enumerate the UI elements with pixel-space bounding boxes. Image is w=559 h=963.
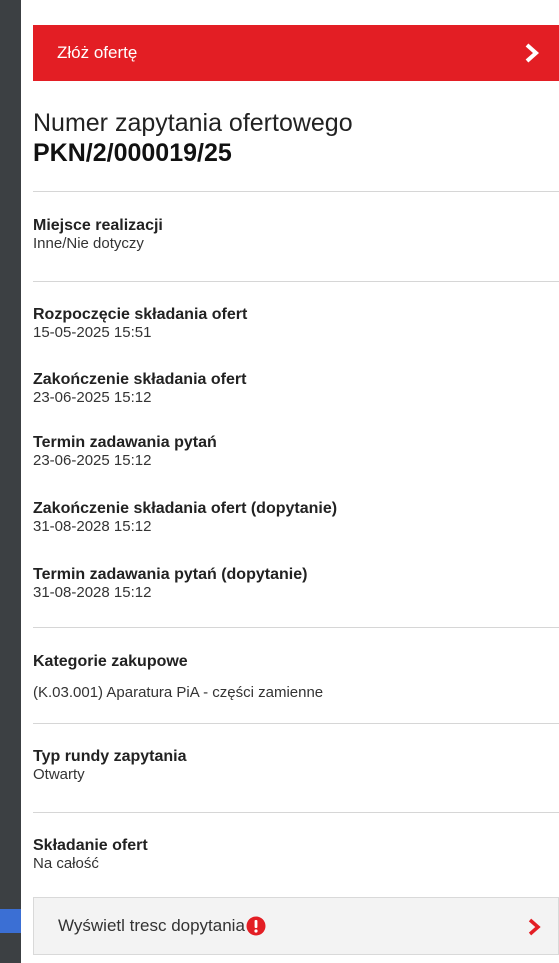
field-value: 15-05-2025 15:51 — [33, 324, 152, 341]
submit-offer-label: Złóż ofertę — [57, 43, 138, 62]
request-number: PKN/2/000019/25 — [33, 139, 232, 167]
field-value: Na całość — [33, 855, 99, 872]
field-label: Kategorie zakupowe — [33, 653, 188, 670]
field-label: Składanie ofert — [33, 837, 148, 854]
field-value: 31-08-2028 15:12 — [33, 518, 152, 535]
request-header: Numer zapytania ofertowego PKN/2/000019/… — [33, 108, 553, 168]
field-label: Zakończenie składania ofert — [33, 371, 247, 388]
field-value: 23-06-2025 15:12 — [33, 389, 152, 406]
field-value: Inne/Nie dotyczy — [33, 235, 144, 252]
field-label: Miejsce realizacji — [33, 217, 163, 234]
chevron-right-icon — [528, 918, 541, 936]
chevron-right-icon — [525, 43, 540, 63]
field-value: 23-06-2025 15:12 — [33, 452, 152, 469]
field-round-type: Typ rundy zapytania Otwarty — [33, 747, 553, 784]
field-value: Otwarty — [33, 766, 85, 783]
field-label: Termin zadawania pytań — [33, 434, 217, 451]
field-questions-deadline-followup: Termin zadawania pytań (dopytanie) 31-08… — [33, 565, 553, 602]
exclamation-icon — [246, 916, 266, 936]
field-location: Miejsce realizacji Inne/Nie dotyczy — [33, 216, 553, 253]
divider — [33, 191, 559, 192]
field-label: Termin zadawania pytań (dopytanie) — [33, 566, 308, 583]
field-label: Typ rundy zapytania — [33, 748, 187, 765]
field-offers-end: Zakończenie składania ofert 23-06-2025 1… — [33, 370, 553, 407]
divider — [33, 627, 559, 628]
field-value: 31-08-2028 15:12 — [33, 584, 152, 601]
divider — [33, 281, 559, 282]
field-offers-start: Rozpoczęcie składania ofert 15-05-2025 1… — [33, 305, 553, 342]
field-purchase-categories: Kategorie zakupowe (K.03.001) Aparatura … — [33, 652, 553, 702]
divider — [33, 812, 559, 813]
divider — [33, 723, 559, 724]
followup-label: Wyświetl tresc dopytania — [58, 916, 245, 935]
field-questions-deadline: Termin zadawania pytań 23-06-2025 15:12 — [33, 433, 553, 470]
field-label: Rozpoczęcie składania ofert — [33, 306, 248, 323]
request-number-title: Numer zapytania ofertowego — [33, 109, 353, 137]
offer-details-panel: Złóż ofertę Numer zapytania ofertowego P… — [21, 0, 559, 963]
field-offers-end-followup: Zakończenie składania ofert (dopytanie) … — [33, 499, 553, 536]
submit-offer-button[interactable]: Złóż ofertę — [33, 25, 559, 81]
show-followup-content-button[interactable]: Wyświetl tresc dopytania — [33, 897, 559, 955]
field-value: (K.03.001) Aparatura PiA - części zamien… — [33, 684, 324, 701]
field-label: Zakończenie składania ofert (dopytanie) — [33, 500, 338, 517]
field-submission-type: Składanie ofert Na całość — [33, 836, 553, 873]
